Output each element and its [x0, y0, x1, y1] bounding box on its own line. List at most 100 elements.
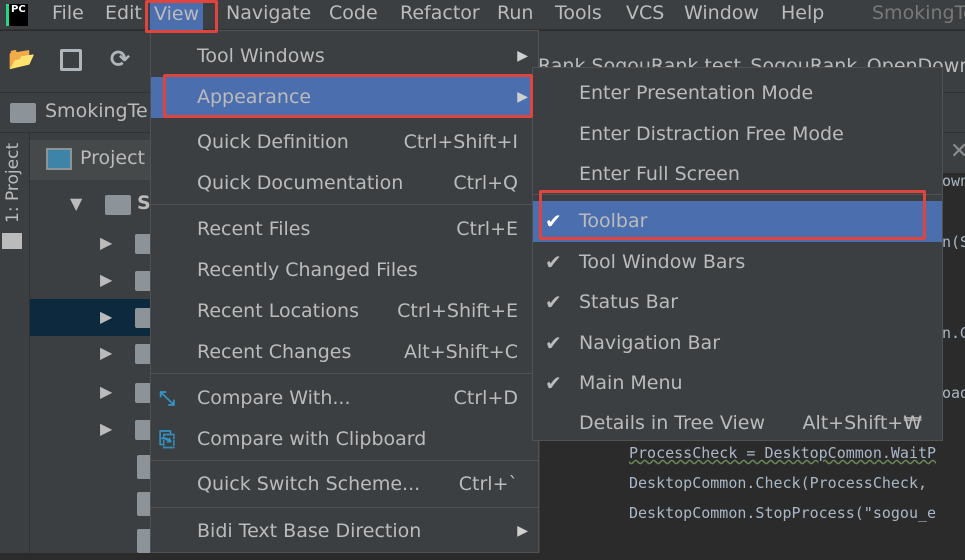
folder-icon	[2, 233, 22, 249]
menu-item-compare-with[interactable]: ⤡ Compare With... Ctrl+D	[151, 378, 538, 419]
shortcut-label: Alt+Shift+C	[403, 341, 518, 363]
annotation-box-appearance	[163, 74, 533, 118]
menu-item-label: Recently Changed Files	[197, 259, 418, 281]
checkmark-icon: ✔	[545, 250, 562, 274]
menu-item-main-menu[interactable]: ✔ Main Menu	[533, 363, 942, 404]
submenu-arrow-icon: ▶	[517, 48, 528, 64]
menu-item-label: Quick Switch Scheme...	[197, 473, 421, 495]
menu-separator	[151, 204, 538, 205]
project-icon	[46, 148, 72, 170]
folder-icon	[10, 103, 36, 123]
menu-item-recently-changed-files[interactable]: Recently Changed Files	[151, 250, 538, 291]
expand-arrow-icon[interactable]: ▶	[100, 270, 112, 289]
compare-clipboard-icon: ⎘	[159, 427, 175, 451]
pycharm-logo: PC	[6, 4, 28, 26]
collapse-arrow-icon[interactable]: ▼	[70, 194, 82, 213]
menu-vcs[interactable]: VCS	[626, 2, 664, 24]
menu-item-label: Enter Presentation Mode	[579, 82, 814, 104]
tool-window-stripe: 1: Project	[0, 133, 30, 553]
menu-item-quick-definition[interactable]: Quick Definition Ctrl+Shift+I	[151, 122, 538, 163]
shortcut-label: Ctrl+Shift+E	[397, 300, 518, 322]
menu-item-label: Tool Window Bars	[579, 251, 746, 273]
expand-arrow-icon[interactable]: ▶	[100, 382, 112, 401]
shortcut-label: Ctrl+E	[456, 218, 518, 240]
menu-run[interactable]: Run	[497, 2, 533, 24]
menu-refactor[interactable]: Refactor	[400, 2, 480, 24]
shortcut-label: Ctrl+Q	[453, 172, 518, 194]
project-tool-button[interactable]: 1: Project	[3, 143, 23, 223]
menu-item-details-in-tree-view[interactable]: Details in Tree View Alt+Shift+₩	[533, 403, 942, 444]
nav-project[interactable]: SmokingTe	[45, 100, 148, 122]
menu-item-quick-documentation[interactable]: Quick Documentation Ctrl+Q	[151, 163, 538, 204]
project-panel-title: Project	[80, 147, 146, 169]
checkmark-icon: ✔	[545, 331, 562, 355]
menu-item-enter-presentation-mode[interactable]: Enter Presentation Mode	[533, 73, 942, 114]
code-fragment: own	[942, 172, 965, 190]
submenu-arrow-icon: ▶	[517, 523, 528, 539]
menu-item-label: Recent Changes	[197, 341, 352, 363]
menu-code[interactable]: Code	[329, 2, 378, 24]
save-icon[interactable]	[60, 49, 82, 71]
annotation-box-view	[145, 0, 218, 33]
menu-help[interactable]: Help	[781, 2, 824, 24]
menu-item-label: Navigation Bar	[579, 332, 721, 354]
menu-edit[interactable]: Edit	[105, 2, 142, 24]
open-folder-icon[interactable]: 📂	[8, 47, 35, 72]
menu-item-label: Recent Files	[197, 218, 311, 240]
menu-item-label: Details in Tree View	[579, 412, 765, 434]
menu-separator	[151, 460, 538, 461]
appearance-submenu: Enter Presentation Mode Enter Distraction…	[532, 67, 943, 441]
menu-item-label: Quick Documentation	[197, 172, 404, 194]
close-icon[interactable]: ✕	[950, 139, 965, 164]
menu-item-label: Quick Definition	[197, 131, 349, 153]
shortcut-label: Ctrl+Shift+I	[403, 131, 518, 153]
menu-item-label: Compare With...	[197, 387, 351, 409]
menu-item-label: Enter Full Screen	[579, 163, 740, 185]
folder-icon	[105, 195, 131, 215]
expand-arrow-icon[interactable]: ▶	[100, 307, 112, 326]
menu-item-label: Tool Windows	[197, 45, 325, 67]
compare-icon: ⤡	[159, 386, 175, 410]
code-fragment: n.G	[942, 324, 965, 342]
expand-arrow-icon[interactable]: ▶	[100, 233, 112, 252]
menu-item-label: Bidi Text Base Direction	[197, 520, 422, 542]
menu-item-quick-switch-scheme[interactable]: Quick Switch Scheme... Ctrl+`	[151, 464, 538, 505]
shortcut-label: Ctrl+`	[458, 473, 518, 495]
menu-item-label: Recent Locations	[197, 300, 359, 322]
menu-item-status-bar[interactable]: ✔ Status Bar	[533, 282, 942, 323]
menu-item-recent-files[interactable]: Recent Files Ctrl+E	[151, 209, 538, 250]
menu-item-navigation-bar[interactable]: ✔ Navigation Bar	[533, 323, 942, 364]
menu-file[interactable]: File	[52, 2, 84, 24]
menu-item-bidi-text-base-direction[interactable]: Bidi Text Base Direction ▶	[151, 511, 538, 552]
menu-item-tool-window-bars[interactable]: ✔ Tool Window Bars	[533, 242, 942, 283]
menu-item-label: Main Menu	[579, 372, 683, 394]
code-line: DesktopCommon.Check(ProcessCheck,	[629, 474, 928, 492]
shortcut-label: Ctrl+D	[453, 387, 518, 409]
menu-item-label: Compare with Clipboard	[197, 428, 427, 450]
menu-navigate[interactable]: Navigate	[226, 2, 311, 24]
checkmark-icon: ✔	[545, 371, 562, 395]
code-fragment: n(S	[942, 233, 965, 251]
annotation-box-toolbar	[539, 190, 926, 240]
code-line: DesktopCommon.StopProcess("sogou_e	[629, 504, 937, 522]
menu-item-label: Status Bar	[579, 291, 679, 313]
menu-item-enter-full-screen[interactable]: Enter Full Screen	[533, 154, 942, 195]
menu-item-recent-changes[interactable]: Recent Changes Alt+Shift+C	[151, 332, 538, 373]
menu-item-enter-distraction-free-mode[interactable]: Enter Distraction Free Mode	[533, 114, 942, 155]
expand-arrow-icon[interactable]: ▶	[100, 419, 112, 438]
checkmark-icon: ✔	[545, 290, 562, 314]
menu-separator	[151, 507, 538, 508]
menu-item-recent-locations[interactable]: Recent Locations Ctrl+Shift+E	[151, 291, 538, 332]
code-line: ProcessCheck = DesktopCommon.WaitP	[629, 444, 937, 462]
expand-arrow-icon[interactable]: ▶	[100, 343, 112, 362]
menu-window[interactable]: Window	[684, 2, 759, 24]
menu-item-tool-windows[interactable]: Tool Windows ▶	[151, 36, 538, 77]
menu-separator	[151, 373, 538, 374]
menu-item-label: Enter Distraction Free Mode	[579, 123, 844, 145]
menu-item-compare-with-clipboard[interactable]: ⎘ Compare with Clipboard	[151, 419, 538, 460]
sync-icon[interactable]: ⟳	[110, 45, 130, 73]
shortcut-label: Alt+Shift+₩	[802, 412, 922, 434]
menu-tools[interactable]: Tools	[555, 2, 602, 24]
code-fragment: oad	[942, 384, 965, 402]
window-title: SmokingTe	[872, 2, 965, 24]
